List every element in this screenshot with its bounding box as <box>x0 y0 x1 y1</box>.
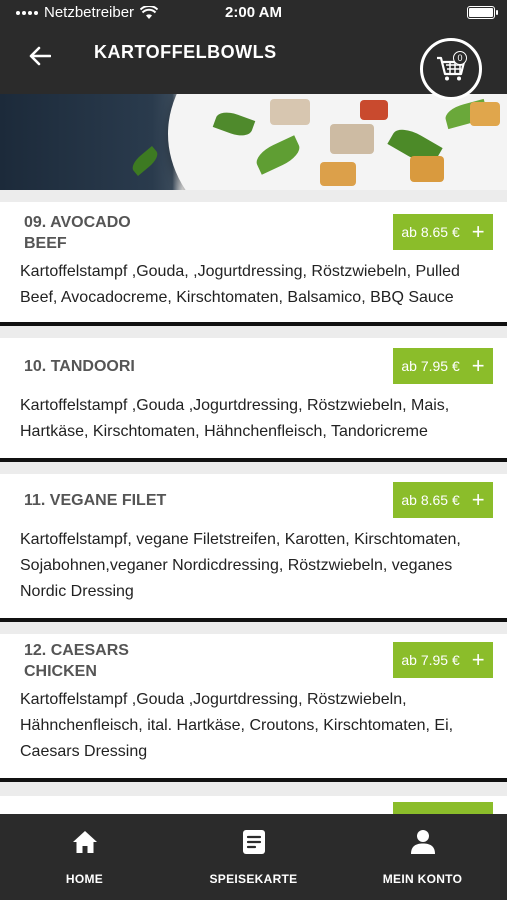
bottom-navigation: HOME SPEISEKARTE MEIN KONTO <box>0 814 507 900</box>
menu-item-card[interactable]: 11. VEGANE FILET ab 8.65 € + Kartoffelst… <box>0 474 507 622</box>
crouton-piece <box>470 102 500 126</box>
add-to-cart-button[interactable]: ab 8.65 € + <box>393 214 493 250</box>
item-price: ab 7.95 € <box>401 652 460 668</box>
menu-list[interactable]: 09. AVOCADO BEEF ab 8.65 € + Kartoffelst… <box>0 190 507 814</box>
item-price: ab 8.65 € <box>401 492 460 508</box>
nav-account[interactable]: MEIN KONTO <box>338 814 507 900</box>
arrow-left-icon <box>29 46 51 66</box>
chicken-piece <box>330 124 374 154</box>
crouton-piece <box>320 162 356 186</box>
add-to-cart-button[interactable] <box>393 802 493 814</box>
menu-item-card[interactable]: 12. CAESARS CHICKEN ab 7.95 € + Kartoffe… <box>0 634 507 782</box>
item-description: Kartoffelstampf ,Gouda, ,Jogurtdressing,… <box>20 263 460 306</box>
add-to-cart-button[interactable]: ab 8.65 € + <box>393 482 493 518</box>
nav-account-label: MEIN KONTO <box>382 872 463 886</box>
add-to-cart-button[interactable]: ab 7.95 € + <box>393 642 493 678</box>
salad-leaf <box>129 145 161 177</box>
menu-item-card[interactable]: 09. AVOCADO BEEF ab 8.65 € + Kartoffelst… <box>0 202 507 326</box>
status-bar: Netzbetreiber 2:00 AM <box>0 0 507 26</box>
item-name: 12. CAESARS CHICKEN <box>24 642 129 680</box>
back-button[interactable] <box>22 38 58 74</box>
tomato-piece <box>360 100 388 120</box>
menu-item-card[interactable]: 10. TANDOORI ab 7.95 € + Kartoffelstampf… <box>0 338 507 462</box>
item-description: Kartoffelstampf ,Gouda ,Jogurtdressing, … <box>20 397 450 440</box>
plus-icon: + <box>471 353 485 378</box>
chicken-piece <box>270 99 310 125</box>
item-name: 10. TANDOORI <box>24 358 135 375</box>
home-icon <box>71 828 99 856</box>
battery-icon <box>467 6 498 19</box>
user-icon <box>409 828 437 856</box>
nav-menu-label: SPEISEKARTE <box>209 872 298 886</box>
add-to-cart-button[interactable]: ab 7.95 € + <box>393 348 493 384</box>
item-name: 11. VEGANE FILET <box>24 492 167 509</box>
cart-count-badge: 0 <box>453 51 467 65</box>
cart-button[interactable]: 0 <box>420 38 482 100</box>
plus-icon: + <box>471 647 485 672</box>
crouton-piece <box>410 156 444 182</box>
item-description: Kartoffelstampf, vegane Filetstreifen, K… <box>20 531 461 600</box>
item-price: ab 8.65 € <box>401 224 460 240</box>
menu-card-icon <box>240 828 268 856</box>
plus-icon: + <box>471 487 485 512</box>
page-title: KARTOFFELBOWLS <box>94 42 277 62</box>
category-hero-image <box>0 94 507 190</box>
item-price: ab 7.95 € <box>401 358 460 374</box>
battery-level <box>469 8 493 17</box>
menu-item-card-partial[interactable] <box>0 796 507 814</box>
item-name: 09. AVOCADO BEEF <box>24 214 131 252</box>
clock: 2:00 AM <box>225 4 282 21</box>
nav-home-label: HOME <box>65 872 104 886</box>
nav-home[interactable]: HOME <box>0 814 169 900</box>
nav-menu[interactable]: SPEISEKARTE <box>169 814 338 900</box>
item-description: Kartoffelstampf ,Gouda ,Jogurtdressing, … <box>20 691 454 760</box>
plus-icon: + <box>471 219 485 244</box>
